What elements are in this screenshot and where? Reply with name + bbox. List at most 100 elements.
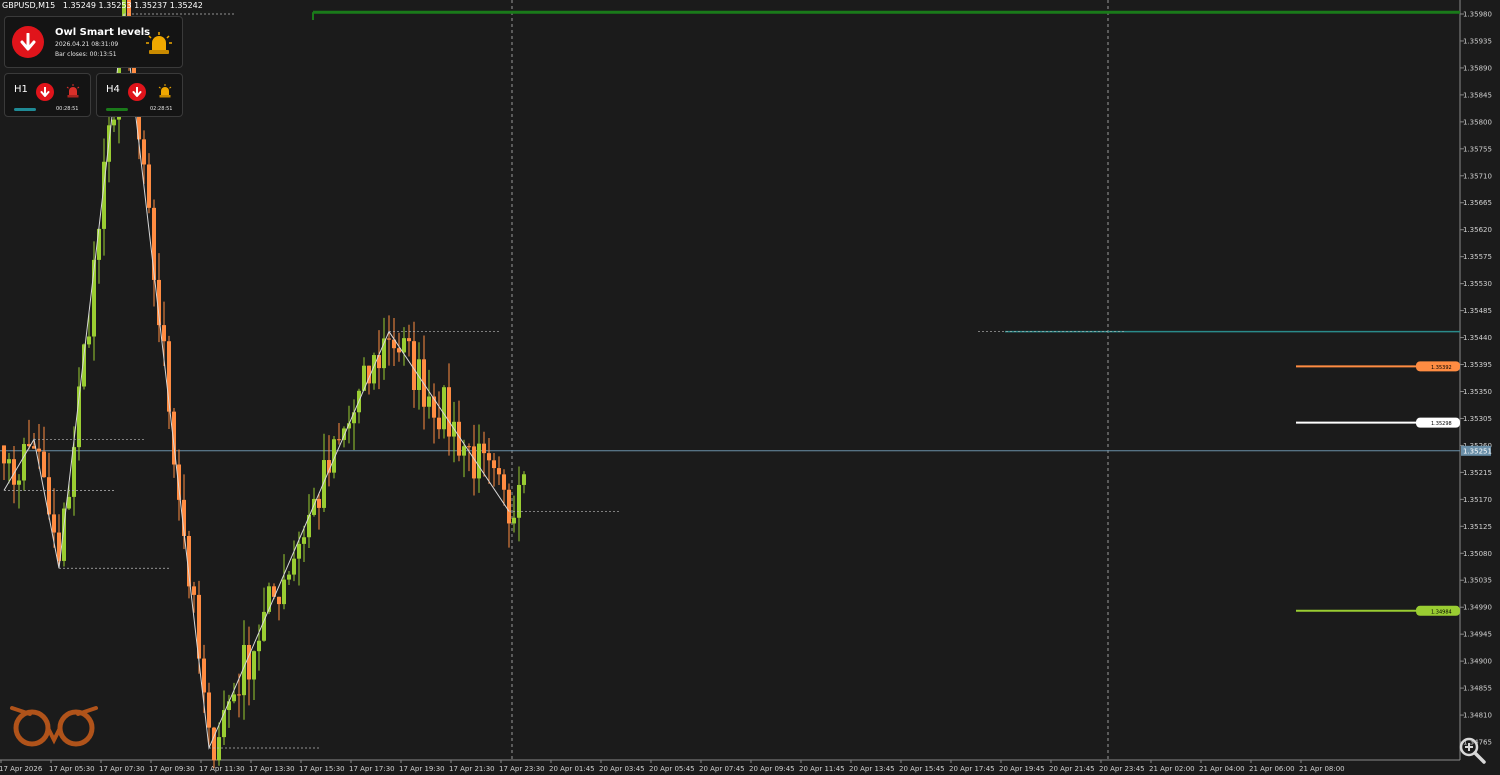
candle-body <box>517 484 521 518</box>
y-tick-label: 1.35845 <box>1463 91 1492 99</box>
y-tick-label: 1.35080 <box>1463 550 1492 558</box>
h1-progress-bar <box>14 108 36 111</box>
y-tick-label: 1.34945 <box>1463 631 1492 639</box>
orange-level-label: 1.35392 <box>1431 365 1452 371</box>
candle-body <box>492 460 496 469</box>
green-level-label: 1.34984 <box>1431 609 1452 615</box>
x-tick-label: 20 Apr 09:45 <box>749 765 795 773</box>
candle-body <box>477 443 481 479</box>
y-tick-label: 1.35620 <box>1463 226 1492 234</box>
y-tick-label: 1.35125 <box>1463 523 1492 531</box>
candle-body <box>402 338 406 353</box>
y-tick-label: 1.35530 <box>1463 280 1492 288</box>
x-tick-label: 17 Apr 11:30 <box>199 765 245 773</box>
candle-body <box>87 336 91 345</box>
candle-body <box>447 387 451 437</box>
candle-body <box>37 448 41 452</box>
x-tick-label: 21 Apr 02:00 <box>1149 765 1195 773</box>
x-tick-label: 17 Apr 21:30 <box>449 765 495 773</box>
y-tick-label: 1.35395 <box>1463 361 1492 369</box>
candle-body <box>17 480 21 485</box>
y-tick-label: 1.35800 <box>1463 118 1492 126</box>
candle-body <box>42 451 46 478</box>
candle-body <box>262 611 266 641</box>
h4-label: H4 <box>106 84 120 95</box>
h4-progress-bar <box>106 108 128 111</box>
candle-body <box>252 651 256 680</box>
zigzag-line <box>3 13 510 750</box>
candle-body <box>97 228 101 260</box>
y-tick-label: 1.35665 <box>1463 199 1492 207</box>
candle-body <box>7 459 11 464</box>
y-tick-label: 1.35935 <box>1463 37 1492 45</box>
candle-body <box>192 586 196 595</box>
h1-panel[interactable]: H1 00:28:51 <box>4 73 91 117</box>
x-tick-label: 20 Apr 05:45 <box>649 765 695 773</box>
candle-body <box>2 445 6 464</box>
candle-body <box>497 468 501 475</box>
h1-label: H1 <box>14 84 28 95</box>
candle-body <box>482 443 486 454</box>
candle-body <box>297 543 301 559</box>
x-tick-label: 17 Apr 19:30 <box>399 765 445 773</box>
x-tick-label: 17 Apr 17:30 <box>349 765 395 773</box>
candle-body <box>412 341 416 390</box>
candle-body <box>287 574 291 580</box>
candle-body <box>307 514 311 538</box>
candle-body <box>487 453 491 461</box>
x-tick-label: 20 Apr 15:45 <box>899 765 945 773</box>
candle-body <box>437 417 441 430</box>
y-tick-label: 1.35350 <box>1463 388 1492 396</box>
chart-area[interactable]: 1.35980 1.35935 1.35890 1.35845 1.35800 1.357… <box>0 0 1500 775</box>
ohlc-values: 1.35249 1.35253 1.35237 1.35242 <box>62 1 203 10</box>
y-tick-label: 1.34855 <box>1463 685 1492 693</box>
x-tick-label: 17 Apr 15:30 <box>299 765 345 773</box>
h4-panel[interactable]: H4 02:28:51 <box>96 73 183 117</box>
candle-body <box>237 694 241 696</box>
candle-body <box>522 474 526 485</box>
bar-closes-timer: Bar closes: 00:13:51 <box>55 51 117 58</box>
x-tick-label: 20 Apr 13:45 <box>849 765 895 773</box>
x-tick-label: 21 Apr 08:00 <box>1299 765 1345 773</box>
price-chart[interactable]: 1.35980 1.35935 1.35890 1.35845 1.35800 1.357… <box>0 0 1500 775</box>
y-tick-label: 1.34990 <box>1463 604 1492 612</box>
candle-body <box>147 164 151 208</box>
h1-arrow-down-icon <box>36 83 54 101</box>
x-tick-label: 21 Apr 04:00 <box>1199 765 1245 773</box>
candle-body <box>422 359 426 407</box>
candle-body <box>302 537 306 544</box>
x-tick-label: 20 Apr 11:45 <box>799 765 845 773</box>
owl-main-panel[interactable]: Owl Smart levels 2026.04.21 08:31:09 Bar… <box>4 16 183 68</box>
siren-icon <box>146 32 172 54</box>
candle-body <box>462 446 466 456</box>
y-tick-label: 1.35170 <box>1463 496 1492 504</box>
h1-siren-icon <box>66 84 80 98</box>
candle-body <box>317 498 321 508</box>
x-tick-label: 20 Apr 21:45 <box>1049 765 1095 773</box>
candle-body <box>407 338 411 342</box>
candle-body <box>277 596 281 605</box>
h4-siren-icon <box>158 84 172 98</box>
candle-body <box>282 579 286 605</box>
x-tick-label: 17 Apr 07:30 <box>99 765 145 773</box>
candle-body <box>177 464 181 500</box>
h1-timer: 00:28:51 <box>56 106 79 112</box>
y-tick-label: 1.34900 <box>1463 658 1492 666</box>
y-tick-label: 1.35485 <box>1463 307 1492 315</box>
candle-body <box>162 325 166 342</box>
y-tick-label: 1.35980 <box>1463 10 1492 18</box>
x-tick-label: 20 Apr 17:45 <box>949 765 995 773</box>
candle-body <box>292 558 296 575</box>
candle-body <box>427 396 431 407</box>
zoom-icon[interactable] <box>1457 735 1487 765</box>
candle-body <box>467 446 471 448</box>
panel-datetime: 2026.04.21 08:31:09 <box>55 41 119 48</box>
candle-body <box>442 387 446 430</box>
symbol-header: GBPUSD,M15 1.35249 1.35253 1.35237 1.352… <box>2 1 203 10</box>
x-tick-label: 21 Apr 06:00 <box>1249 765 1295 773</box>
panel-title: Owl Smart levels <box>55 27 151 38</box>
candle-body <box>512 517 516 524</box>
x-tick-label: 20 Apr 01:45 <box>549 765 595 773</box>
candle-body <box>142 139 146 165</box>
candle-body <box>217 737 221 761</box>
